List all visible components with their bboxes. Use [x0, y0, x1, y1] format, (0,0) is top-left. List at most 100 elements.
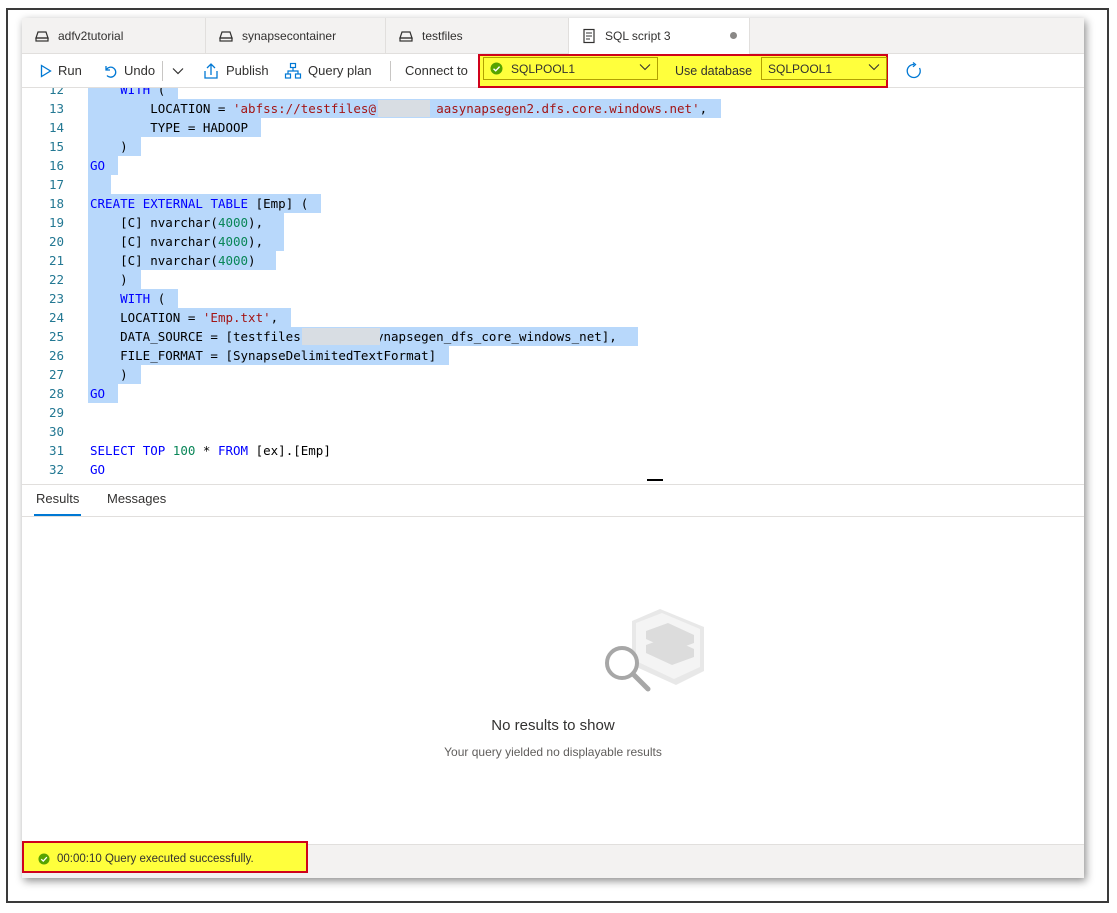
use-database-label: Use database	[675, 54, 752, 87]
success-check-icon	[38, 853, 50, 865]
play-icon	[40, 63, 52, 78]
code-text: GO	[90, 386, 106, 401]
connect-to-value: SQLPOOL1	[511, 61, 576, 76]
sql-code-editor[interactable]: 12 WITH (13 LOCATION = 'abfss://testfile…	[22, 88, 1084, 484]
run-button[interactable]: Run	[40, 54, 82, 87]
line-number: 25	[48, 329, 64, 344]
code-line[interactable]: 18 CREATE EXTERNAL TABLE [Emp] (	[22, 194, 1084, 213]
tab-messages[interactable]: Messages	[107, 491, 166, 506]
tab-adfv2tutorial[interactable]: adfv2tutorial	[22, 18, 206, 53]
run-label: Run	[58, 63, 82, 78]
code-line[interactable]: 12 WITH (	[22, 88, 1084, 99]
status-text: 00:00:10 Query executed successfully.	[57, 853, 254, 865]
undo-label: Undo	[124, 63, 156, 78]
code-line[interactable]: 28 GO	[22, 384, 1084, 403]
code-text: WITH (	[120, 291, 166, 306]
code-line[interactable]: 22 )	[22, 270, 1084, 289]
use-database-dropdown[interactable]: SQLPOOL1	[761, 57, 887, 80]
code-line[interactable]: 25 DATA_SOURCE = [testfiles ynapsegen_df…	[22, 327, 1084, 346]
connect-to-label: Connect to	[405, 54, 468, 87]
code-line[interactable]: 30	[22, 422, 1084, 441]
code-text: FILE_FORMAT = [SynapseDelimitedTextForma…	[90, 348, 437, 363]
pane-splitter-handle[interactable]	[647, 479, 663, 481]
undo-button[interactable]: Undo	[102, 54, 155, 87]
line-number: 26	[48, 348, 64, 363]
query-plan-label: Query plan	[308, 63, 372, 78]
code-line[interactable]: 32 GO	[22, 460, 1084, 479]
tab-label: testfiles	[422, 28, 463, 43]
unsaved-indicator-icon[interactable]	[730, 32, 737, 39]
publish-label: Publish	[226, 63, 269, 78]
chevron-down-icon	[868, 64, 880, 71]
redacted-text-block	[302, 328, 380, 345]
line-number: 21	[48, 253, 64, 268]
results-pane: Results Messages No results to show Your…	[22, 484, 1084, 845]
refresh-icon	[906, 61, 921, 78]
code-text: [C] nvarchar(4000),	[90, 234, 264, 249]
connect-to-dropdown[interactable]: SQLPOOL1	[483, 57, 658, 80]
line-number: 20	[48, 234, 64, 249]
code-text: [C] nvarchar(4000),	[90, 215, 264, 230]
chevron-down-icon	[172, 67, 184, 74]
line-number: 23	[48, 291, 64, 306]
toolbar: Run Undo Publish Query plan Connect to S…	[22, 54, 1084, 88]
code-text: [C] nvarchar(4000)	[90, 253, 256, 268]
status-bar: 00:00:10 Query executed successfully.	[22, 841, 1084, 878]
results-tab-divider	[22, 516, 1084, 517]
code-text: )	[90, 367, 128, 382]
toolbar-divider	[390, 61, 391, 81]
code-line[interactable]: 26 FILE_FORMAT = [SynapseDelimitedTextFo…	[22, 346, 1084, 365]
chevron-down-icon	[639, 64, 651, 71]
code-line[interactable]: 19 [C] nvarchar(4000),	[22, 213, 1084, 232]
code-text: TYPE = HADOOP	[90, 120, 249, 135]
code-line[interactable]: 17	[22, 175, 1084, 194]
code-line[interactable]: 27 )	[22, 365, 1084, 384]
code-text: )	[90, 139, 128, 154]
code-line[interactable]: 16 GO	[22, 156, 1084, 175]
line-number: 22	[48, 272, 64, 287]
publish-button[interactable]: Publish	[202, 54, 269, 87]
code-line[interactable]: 15 )	[22, 137, 1084, 156]
line-number: 12	[48, 88, 64, 97]
line-number: 18	[48, 196, 64, 211]
code-text: LOCATION = 'Emp.txt',	[90, 310, 279, 325]
code-text: CREATE EXTERNAL TABLE [Emp] (	[90, 196, 309, 211]
undo-dropdown-button[interactable]	[172, 54, 190, 87]
query-status: 00:00:10 Query executed successfully.	[38, 851, 254, 867]
code-line[interactable]: 13 LOCATION = 'abfss://testfiles@ aasyna…	[22, 99, 1084, 118]
line-number: 27	[48, 367, 64, 382]
code-line[interactable]: 31 SELECT TOP 100 * FROM [ex].[Emp]	[22, 441, 1084, 460]
line-number: 14	[48, 120, 64, 135]
tab-testfiles[interactable]: testfiles	[386, 18, 569, 53]
publish-icon	[204, 62, 218, 79]
storage-icon	[398, 28, 414, 44]
query-plan-button[interactable]: Query plan	[284, 54, 372, 87]
tab-label: synapsecontainer	[242, 28, 337, 43]
line-number: 19	[48, 215, 64, 230]
tab-synapsecontainer[interactable]: synapsecontainer	[206, 18, 386, 53]
line-number: 16	[48, 158, 64, 173]
redacted-text-block	[378, 100, 430, 117]
tab-sql-script-3[interactable]: SQL script 3	[569, 18, 750, 54]
code-line[interactable]: 29	[22, 403, 1084, 422]
code-line[interactable]: 23 WITH (	[22, 289, 1084, 308]
refresh-button[interactable]	[905, 54, 929, 87]
synapse-studio-window: adfv2tutorial synapsecontainer testfiles…	[22, 18, 1084, 878]
code-text: SELECT TOP 100 * FROM [ex].[Emp]	[90, 443, 331, 458]
code-line[interactable]: 24 LOCATION = 'Emp.txt',	[22, 308, 1084, 327]
tab-label: adfv2tutorial	[58, 28, 124, 43]
success-check-icon	[490, 62, 503, 75]
code-text: GO	[90, 158, 106, 173]
empty-state-subtitle: Your query yielded no displayable result…	[444, 745, 662, 759]
connect-to-text: Connect to	[405, 63, 468, 78]
code-line[interactable]: 14 TYPE = HADOOP	[22, 118, 1084, 137]
code-text: WITH (	[120, 88, 166, 97]
code-line[interactable]: 21 [C] nvarchar(4000)	[22, 251, 1084, 270]
line-number: 28	[48, 386, 64, 401]
line-number: 31	[48, 443, 64, 458]
code-line[interactable]: 20 [C] nvarchar(4000),	[22, 232, 1084, 251]
query-plan-icon	[284, 62, 302, 79]
tab-results[interactable]: Results	[33, 491, 82, 516]
code-text: )	[90, 272, 128, 287]
line-number: 24	[48, 310, 64, 325]
